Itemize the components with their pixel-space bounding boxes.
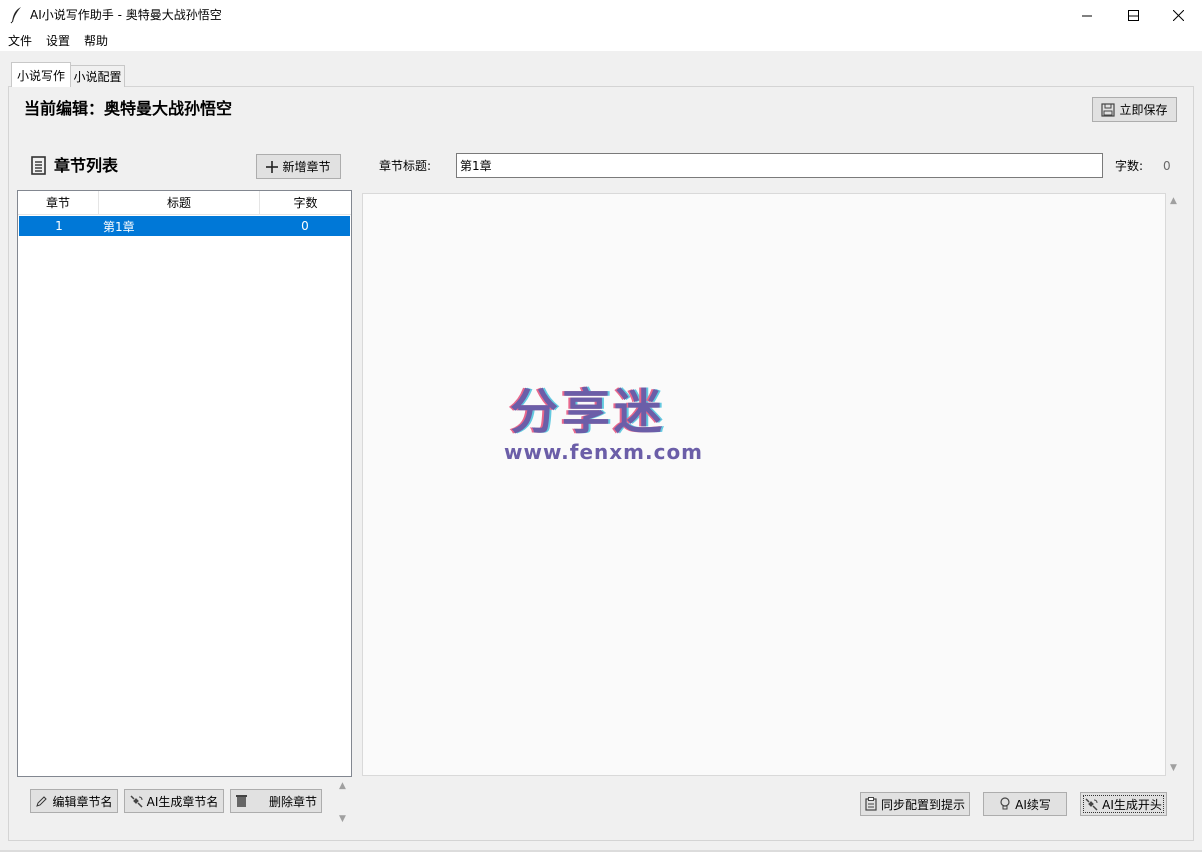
chapter-list-label: 章节列表 <box>54 156 119 175</box>
scroll-down-icon[interactable]: ▼ <box>339 814 346 824</box>
tab-novel-config[interactable]: 小说配置 <box>70 65 125 87</box>
edit-chapter-name-label: 编辑章节名 <box>52 794 113 809</box>
menu-help[interactable]: 帮助 <box>84 33 108 49</box>
cell-chapter-num: 1 <box>55 219 63 233</box>
ai-generate-opening-label: AI生成开头 <box>1102 797 1162 812</box>
cell-chapter-title: 第1章 <box>103 219 135 234</box>
scroll-up-icon[interactable]: ▲ <box>1170 196 1177 206</box>
delete-chapter-label: 删除章节 <box>268 794 317 809</box>
column-header-wordcount[interactable]: 字数 <box>260 191 351 215</box>
column-header-chapter[interactable]: 章节 <box>18 191 99 215</box>
scroll-down-icon[interactable]: ▼ <box>1170 763 1177 773</box>
ai-generate-opening-button[interactable]: AI生成开头 <box>1080 792 1167 816</box>
current-edit-title: 当前编辑：奥特曼大战孙悟空 <box>24 99 233 118</box>
window-title: AI小说写作助手 - 奥特曼大战孙悟空 <box>30 8 222 22</box>
save-label: 立即保存 <box>1119 103 1168 117</box>
document-list-icon <box>31 156 46 175</box>
floppy-disk-icon <box>1101 102 1116 117</box>
word-count-value: 0 <box>1163 159 1171 173</box>
satellite-icon <box>1085 797 1098 811</box>
ai-continue-button[interactable]: AI续写 <box>983 792 1067 816</box>
chapter-list-title: 章节列表 <box>30 156 118 176</box>
minimize-button-area[interactable] <box>1064 0 1110 31</box>
clipboard-icon <box>865 797 877 811</box>
scroll-up-icon[interactable]: ▲ <box>339 781 346 791</box>
delete-chapter-button[interactable]: 删除章节 <box>230 789 322 813</box>
tab-novel-writing[interactable]: 小说写作 <box>11 62 71 87</box>
feather-icon <box>9 6 25 24</box>
menu-file[interactable]: 文件 <box>8 33 32 49</box>
lightbulb-icon <box>1000 797 1010 810</box>
watermark-logo: 分享迷 <box>510 384 667 440</box>
ai-continue-label: AI续写 <box>1015 797 1051 812</box>
minimize-icon <box>1081 15 1092 17</box>
column-header-title[interactable]: 标题 <box>99 191 260 215</box>
word-count-label: 字数: <box>1115 159 1144 173</box>
pencil-icon <box>36 795 48 807</box>
cell-word-count: 0 <box>301 219 309 233</box>
menu-bar <box>0 31 1202 51</box>
chapter-content-editor[interactable] <box>362 193 1166 776</box>
menu-settings[interactable]: 设置 <box>46 33 70 49</box>
save-now-button[interactable]: 立即保存 <box>1092 97 1177 122</box>
edit-chapter-name-button[interactable]: 编辑章节名 <box>30 789 118 813</box>
chapter-title-label: 章节标题: <box>379 159 432 173</box>
close-icon <box>1172 10 1184 21</box>
watermark-url: www.fenxm.com <box>504 440 704 464</box>
sync-config-to-prompt-button[interactable]: 同步配置到提示 <box>860 792 970 816</box>
sync-config-label: 同步配置到提示 <box>880 797 965 812</box>
close-button[interactable] <box>1155 0 1201 31</box>
trash-icon <box>236 795 247 807</box>
add-chapter-button[interactable]: 新增章节 <box>256 154 341 179</box>
ai-generate-chapter-name-label: AI生成章节名 <box>146 794 219 809</box>
chapter-title-input[interactable] <box>456 153 1103 178</box>
maximize-button[interactable] <box>1110 0 1156 31</box>
satellite-icon <box>130 794 143 808</box>
ai-generate-chapter-name-button[interactable]: AI生成章节名 <box>124 789 224 813</box>
add-chapter-label: 新增章节 <box>282 160 331 174</box>
chapter-table[interactable]: 章节 标题 字数 1 第1章 0 <box>17 190 352 777</box>
maximize-icon <box>1127 10 1139 21</box>
table-row[interactable]: 1 第1章 0 <box>19 216 350 236</box>
plus-icon <box>266 160 279 173</box>
